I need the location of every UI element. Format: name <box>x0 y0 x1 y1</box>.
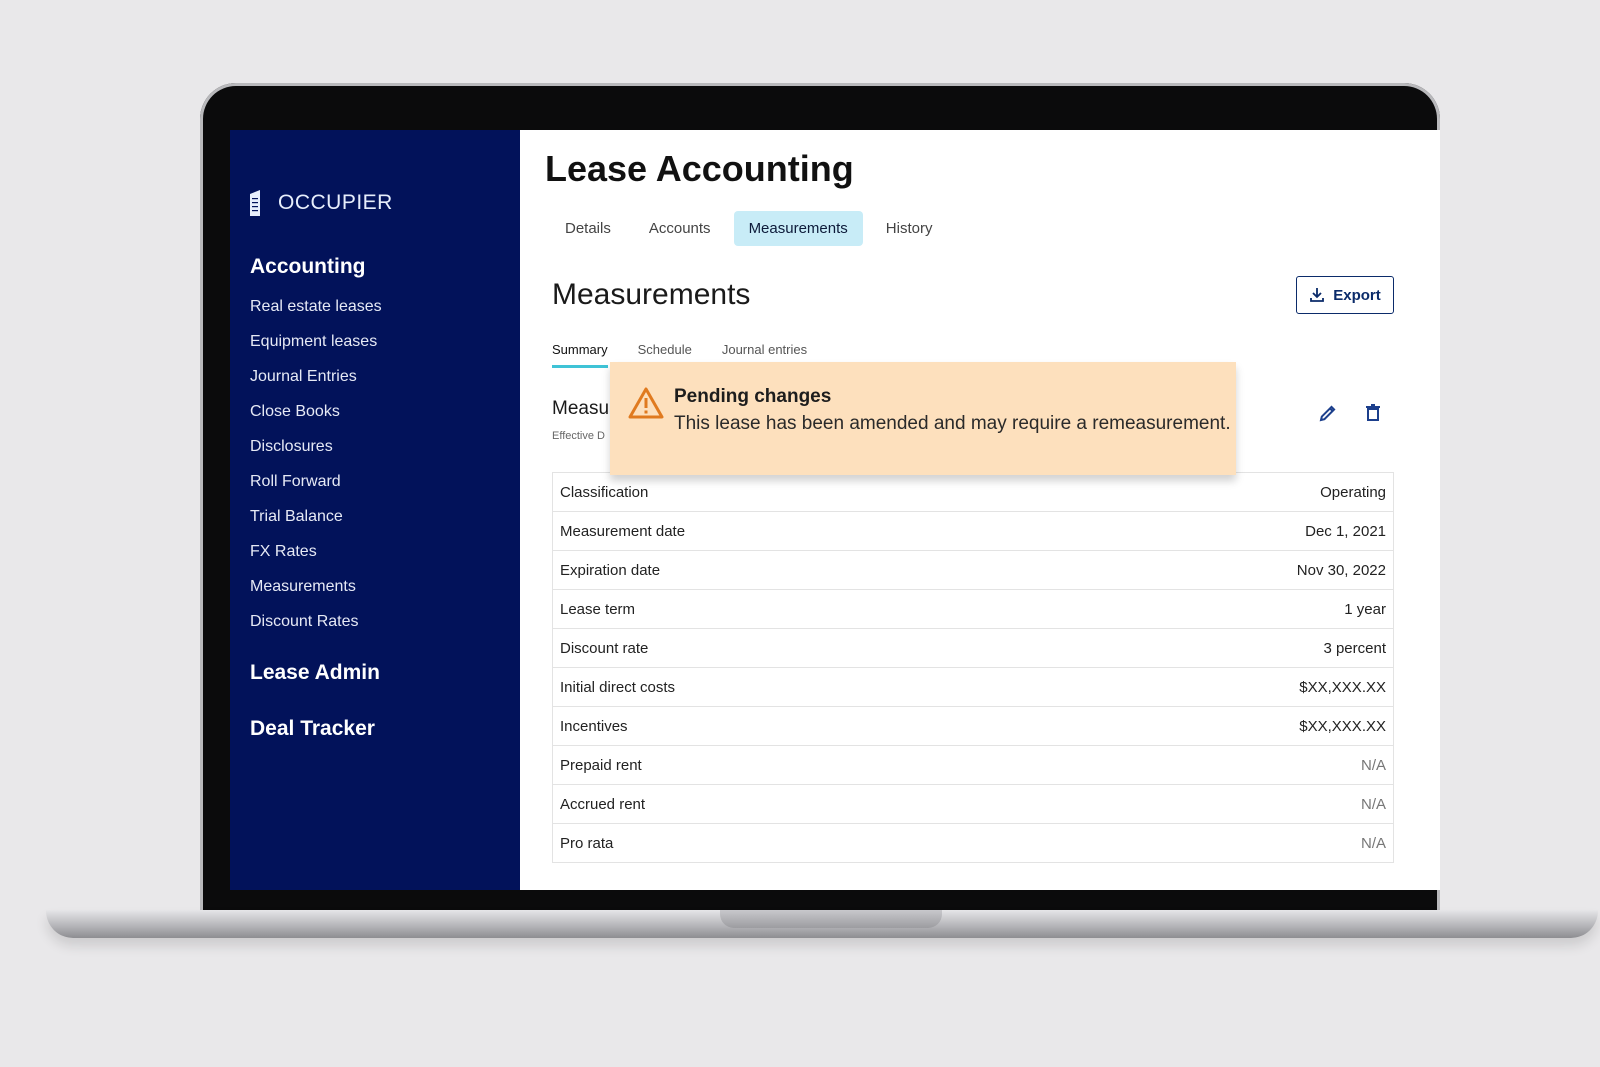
tab-bar: Details Accounts Measurements History <box>550 211 955 246</box>
sidebar-section-lease-admin[interactable]: Lease Admin <box>250 661 382 703</box>
sidebar-nav: Accounting Real estate leases Equipment … <box>250 255 382 759</box>
table-row: Initial direct costs $XX,XXX.XX <box>553 668 1393 707</box>
row-label: Classification <box>560 483 649 501</box>
row-label: Lease term <box>560 600 636 618</box>
sidebar-item-close-books[interactable]: Close Books <box>250 402 382 437</box>
subtab-summary[interactable]: Summary <box>552 342 608 368</box>
edit-button[interactable] <box>1317 402 1341 426</box>
row-label: Prepaid rent <box>560 756 642 774</box>
app-screen: OCCUPIER Accounting Real estate leases E… <box>230 130 1440 890</box>
page-title: Lease Accounting <box>545 148 854 189</box>
sidebar-item-disclosures[interactable]: Disclosures <box>250 437 382 472</box>
sidebar-item-real-estate-leases[interactable]: Real estate leases <box>250 297 382 332</box>
sidebar-section-accounting[interactable]: Accounting <box>250 255 382 279</box>
row-label: Pro rata <box>560 834 614 852</box>
sidebar: OCCUPIER Accounting Real estate leases E… <box>230 130 520 890</box>
banner-message: This lease has been amended and may requ… <box>674 413 1231 434</box>
sidebar-item-trial-balance[interactable]: Trial Balance <box>250 507 382 542</box>
tab-history[interactable]: History <box>871 211 948 246</box>
row-value: N/A <box>1360 756 1386 774</box>
measurement-summary-table: Classification Operating Measurement dat… <box>552 472 1394 863</box>
sidebar-item-journal-entries[interactable]: Journal Entries <box>250 367 382 402</box>
trash-icon <box>1366 404 1380 421</box>
row-label: Initial direct costs <box>560 678 676 696</box>
table-row: Prepaid rent N/A <box>553 746 1393 785</box>
table-row: Measurement date Dec 1, 2021 <box>553 512 1393 551</box>
measurement-heading: Measu <box>552 398 610 419</box>
measurement-effective-date: Effective D <box>552 430 605 442</box>
row-value: 1 year <box>1344 600 1386 618</box>
warning-icon <box>628 387 664 419</box>
tab-accounts[interactable]: Accounts <box>634 211 726 246</box>
table-row: Discount rate 3 percent <box>553 629 1393 668</box>
row-label: Accrued rent <box>560 795 646 813</box>
row-value: $XX,XXX.XX <box>1299 717 1386 735</box>
sidebar-item-fx-rates[interactable]: FX Rates <box>250 542 382 577</box>
export-button[interactable]: Export <box>1296 276 1394 314</box>
sidebar-item-measurements[interactable]: Measurements <box>250 577 382 612</box>
export-button-label: Export <box>1333 286 1381 304</box>
pencil-icon <box>1319 405 1336 422</box>
table-row: Lease term 1 year <box>553 590 1393 629</box>
sidebar-item-roll-forward[interactable]: Roll Forward <box>250 472 382 507</box>
tab-measurements[interactable]: Measurements <box>733 211 863 246</box>
row-value: N/A <box>1360 834 1386 852</box>
laptop-notch <box>720 910 942 928</box>
pending-changes-banner: Pending changes This lease has been amen… <box>610 362 1236 475</box>
table-row: Classification Operating <box>553 473 1393 512</box>
sidebar-item-discount-rates[interactable]: Discount Rates <box>250 612 382 647</box>
row-label: Measurement date <box>560 522 686 540</box>
logo-text: OCCUPIER <box>278 191 393 214</box>
sidebar-section-deal-tracker[interactable]: Deal Tracker <box>250 717 382 759</box>
section-title: Measurements <box>552 278 751 311</box>
tab-details[interactable]: Details <box>550 211 626 246</box>
row-value: 3 percent <box>1323 639 1386 657</box>
table-row: Expiration date Nov 30, 2022 <box>553 551 1393 590</box>
building-icon <box>250 190 260 216</box>
row-label: Incentives <box>560 717 628 735</box>
row-value: Dec 1, 2021 <box>1305 522 1386 540</box>
row-value: N/A <box>1360 795 1386 813</box>
row-label: Expiration date <box>560 561 661 579</box>
table-row: Accrued rent N/A <box>553 785 1393 824</box>
download-icon <box>1310 288 1325 302</box>
row-label: Discount rate <box>560 639 649 657</box>
main-content: Lease Accounting Details Accounts Measur… <box>520 130 1440 890</box>
delete-button[interactable] <box>1362 402 1386 426</box>
row-value: Operating <box>1320 483 1386 501</box>
row-value: Nov 30, 2022 <box>1296 561 1386 579</box>
table-row: Incentives $XX,XXX.XX <box>553 707 1393 746</box>
row-value: $XX,XXX.XX <box>1299 678 1386 696</box>
sidebar-item-equipment-leases[interactable]: Equipment leases <box>250 332 382 367</box>
banner-title: Pending changes <box>674 386 832 407</box>
table-row: Pro rata N/A <box>553 824 1393 862</box>
logo[interactable]: OCCUPIER <box>250 190 393 216</box>
